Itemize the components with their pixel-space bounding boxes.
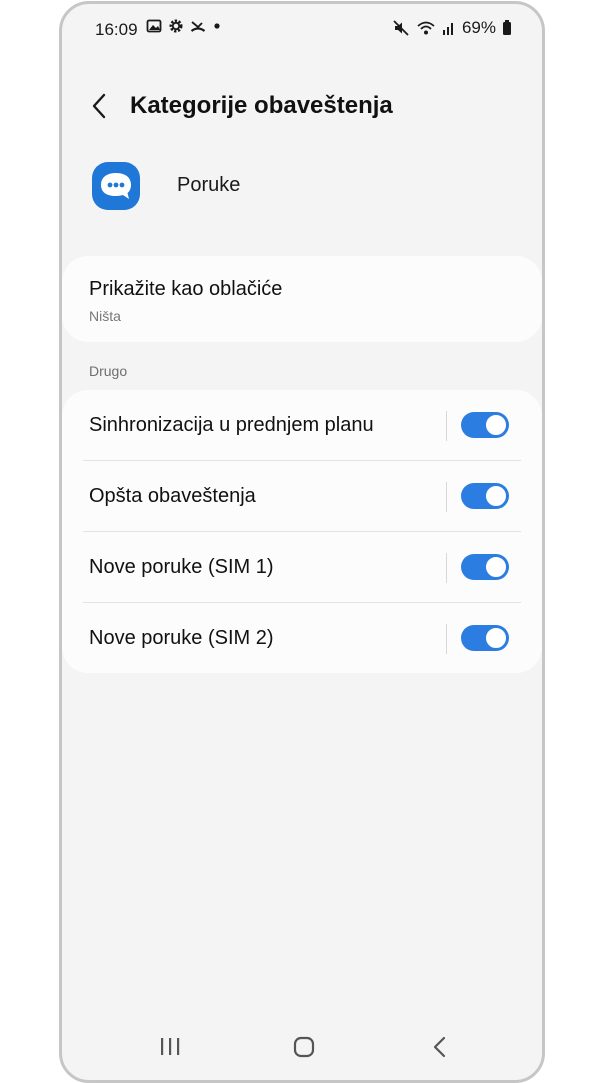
- gear-icon: [169, 19, 183, 33]
- channel-label: Nove poruke (SIM 1): [89, 556, 274, 578]
- home-button[interactable]: [284, 1032, 324, 1062]
- channel-label: Opšta obaveštenja: [89, 485, 256, 507]
- channel-row[interactable]: Opšta obaveštenja: [62, 461, 542, 532]
- channel-toggle[interactable]: [461, 554, 509, 580]
- dot-icon: [214, 23, 220, 29]
- section-header-other: Drugo: [89, 363, 128, 379]
- channel-row[interactable]: Nove poruke (SIM 1): [62, 532, 542, 603]
- status-time: 16:09: [95, 20, 138, 39]
- nav-back-button[interactable]: [420, 1032, 460, 1062]
- channel-row[interactable]: Nove poruke (SIM 2): [62, 603, 542, 674]
- back-button[interactable]: [86, 90, 114, 122]
- channel-row[interactable]: Sinhronizacija u prednjem planu: [62, 390, 542, 461]
- bubbles-setting[interactable]: Prikažite kao oblačiće Ništa: [62, 256, 542, 342]
- channels-card: Sinhronizacija u prednjem planu Opšta ob…: [62, 390, 542, 673]
- channel-toggle[interactable]: [461, 625, 509, 651]
- battery-percent: 69%: [461, 18, 496, 37]
- status-right-icons: 69%: [392, 18, 512, 38]
- mute-icon: [393, 20, 409, 36]
- bubbles-setting-value: Ništa: [89, 308, 121, 324]
- channel-toggle[interactable]: [461, 412, 509, 438]
- header: Kategorije obaveštenja: [62, 88, 542, 128]
- toggle-knob: [484, 413, 508, 437]
- toggle-knob: [484, 484, 508, 508]
- missed-call-icon: [190, 21, 206, 32]
- bubbles-setting-label: Prikažite kao oblačiće: [89, 278, 283, 300]
- wifi-icon: [417, 21, 435, 35]
- toggle-knob: [484, 626, 508, 650]
- page-title: Kategorije obaveštenja: [130, 92, 393, 119]
- status-bar: 16:09 69%: [62, 16, 542, 42]
- phone-frame: 16:09 69% Kategorije obaveštenja Poruke …: [59, 1, 545, 1083]
- recent-apps-button[interactable]: [150, 1032, 190, 1062]
- chevron-left-icon: [92, 93, 106, 119]
- status-left-icons: [146, 18, 222, 34]
- channel-label: Nove poruke (SIM 2): [89, 627, 274, 649]
- vertical-divider: [446, 482, 447, 512]
- vertical-divider: [446, 411, 447, 441]
- vertical-divider: [446, 624, 447, 654]
- channel-toggle[interactable]: [461, 483, 509, 509]
- navigation-bar: [62, 1026, 542, 1066]
- back-icon: [433, 1036, 446, 1058]
- messages-icon: [92, 162, 140, 210]
- vertical-divider: [446, 553, 447, 583]
- battery-icon: [503, 20, 511, 35]
- app-info-row: Poruke: [62, 162, 542, 218]
- home-icon: [293, 1036, 315, 1058]
- toggle-knob: [484, 555, 508, 579]
- gallery-icon: [146, 19, 162, 33]
- channel-label: Sinhronizacija u prednjem planu: [89, 414, 374, 436]
- signal-icon: [442, 23, 453, 35]
- recent-apps-icon: [161, 1038, 180, 1055]
- app-name: Poruke: [177, 174, 241, 196]
